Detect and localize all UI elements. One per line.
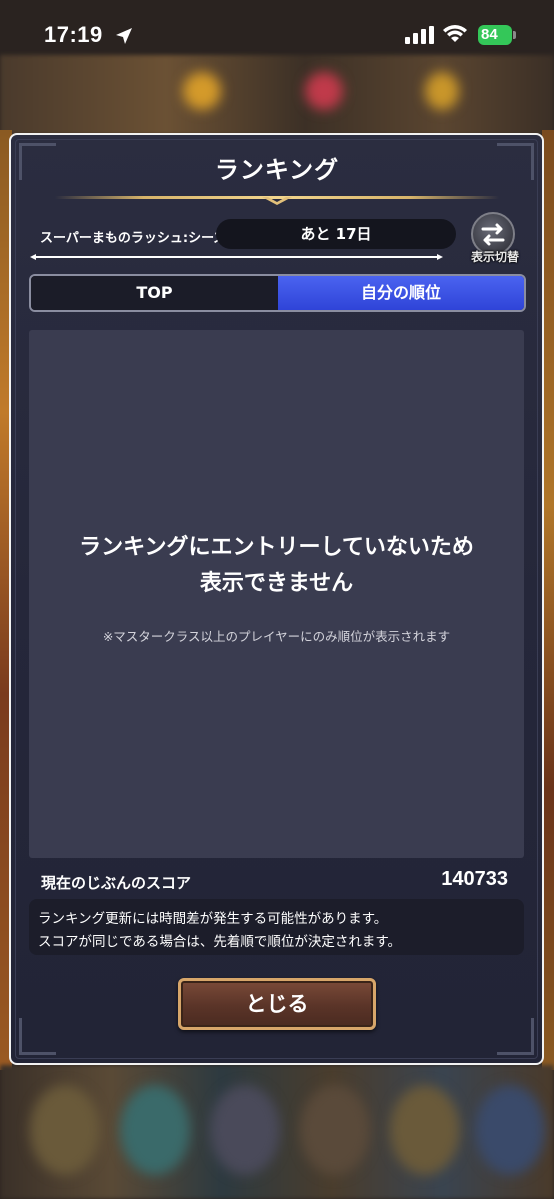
ranking-tabs: TOP 自分の順位 bbox=[29, 274, 526, 312]
info-notice-box: ランキング更新には時間差が発生する可能性があります。 スコアが同じである場合は、… bbox=[29, 899, 524, 955]
display-switch-label: 表示切替 bbox=[470, 250, 519, 264]
battery-icon: 84 bbox=[478, 25, 512, 45]
battery-tip bbox=[513, 31, 516, 39]
cellular-signal-icon bbox=[405, 26, 434, 44]
score-value: 140733 bbox=[441, 868, 508, 890]
blurred-character-5 bbox=[390, 1085, 460, 1175]
blurred-character-6 bbox=[475, 1085, 545, 1175]
title-divider-ornament bbox=[262, 197, 292, 205]
blurred-character-4 bbox=[300, 1085, 370, 1175]
score-label: 現在のじぶんのスコア bbox=[41, 874, 192, 892]
blurred-coin-icon bbox=[183, 72, 221, 110]
info-line-1: ランキング更新には時間差が発生する可能性があります。 bbox=[38, 911, 388, 927]
status-time: 17:19 bbox=[44, 22, 103, 47]
display-switch-button[interactable]: 表示切替 bbox=[466, 212, 522, 268]
season-period-arrow bbox=[30, 254, 443, 260]
blurred-header-bar bbox=[0, 55, 554, 135]
season-row: スーパーまものラッシュ:シーズン1 あと 17日 bbox=[30, 219, 456, 251]
close-button[interactable]: とじる bbox=[178, 978, 376, 1030]
my-score-row: 現在のじぶんのスコア 140733 bbox=[29, 866, 524, 896]
ranking-content-panel: ランキングにエントリーしていないため 表示できません ※マスタークラス以上のプレ… bbox=[29, 330, 524, 858]
frame-corner-ornament bbox=[497, 1018, 534, 1055]
blurred-character-2 bbox=[120, 1085, 190, 1175]
eligibility-note: ※マスタークラス以上のプレイヤーにのみ順位が表示されます bbox=[102, 629, 451, 644]
blurred-character-3 bbox=[210, 1085, 280, 1175]
remaining-days: あと 17日 bbox=[216, 219, 456, 249]
tab-top[interactable]: TOP bbox=[31, 276, 278, 310]
frame-corner-ornament bbox=[19, 1018, 56, 1055]
dialog-title: ランキング bbox=[214, 156, 340, 184]
wifi-icon bbox=[443, 25, 467, 42]
info-line-2: スコアが同じである場合は、先着順で順位が決定されます。 bbox=[38, 934, 402, 950]
empty-state-line-2: 表示できません bbox=[199, 571, 354, 596]
battery-level: 84 bbox=[481, 26, 498, 43]
blurred-medal-icon bbox=[425, 72, 459, 110]
empty-state-message: ランキングにエントリーしていないため 表示できません bbox=[29, 530, 524, 602]
tab-my-rank[interactable]: 自分の順位 bbox=[278, 276, 524, 310]
location-arrow-icon bbox=[116, 28, 132, 44]
blurred-character-1 bbox=[30, 1085, 100, 1175]
status-bar: 17:19 84 bbox=[0, 0, 554, 55]
blurred-heart-icon bbox=[305, 72, 343, 110]
empty-state-line-1: ランキングにエントリーしていないため bbox=[79, 535, 474, 560]
